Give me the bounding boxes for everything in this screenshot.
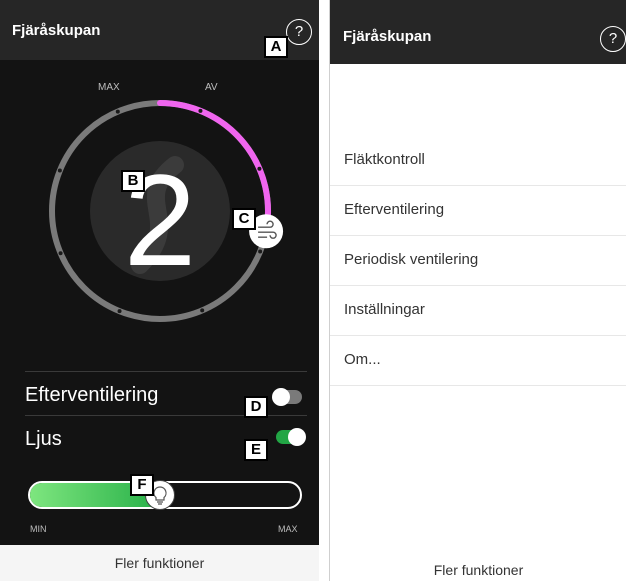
fan-dial[interactable]: MAX AV 2 <box>0 60 319 360</box>
menu-item-settings[interactable]: Inställningar <box>330 286 626 336</box>
menu-item-about[interactable]: Om... <box>330 336 626 386</box>
dial-tick-dot <box>200 308 205 313</box>
afterventilation-label: Efterventilering <box>25 384 159 406</box>
help-icon[interactable]: ? <box>286 19 312 45</box>
callout-a: A <box>264 36 288 58</box>
afterventilation-toggle[interactable] <box>272 388 302 406</box>
light-toggle[interactable] <box>276 428 306 446</box>
dial-tick-dot <box>57 168 62 173</box>
callout-d: D <box>244 396 268 418</box>
dial-graphic: 2 <box>49 100 284 322</box>
callout-c: C <box>232 208 256 230</box>
menu-screen: Fjäråskupan ? Fläktkontroll Efterventile… <box>329 0 626 581</box>
help-icon[interactable]: ? <box>600 26 626 52</box>
more-functions-button[interactable]: Fler funktioner <box>0 545 319 581</box>
dial-tick-dot <box>257 166 262 171</box>
dial-tick-dot <box>58 251 63 256</box>
callout-e: E <box>244 439 268 461</box>
fan-level-value: 2 <box>124 147 196 293</box>
dial-tick-dot <box>115 109 120 114</box>
function-menu: Fläktkontroll Efterventilering Periodisk… <box>330 136 626 386</box>
callout-f: F <box>130 474 154 496</box>
menu-item-periodic-ventilation[interactable]: Periodisk ventilering <box>330 236 626 286</box>
app-title: Fjäråskupan <box>343 28 432 45</box>
more-functions-button[interactable]: Fler funktioner <box>330 555 626 581</box>
dial-tick-dot <box>198 108 203 113</box>
callout-b: B <box>121 170 145 192</box>
menu-item-afterventilation[interactable]: Efterventilering <box>330 186 626 236</box>
menu-item-fan-control[interactable]: Fläktkontroll <box>330 136 626 186</box>
dial-tick-dot <box>258 249 263 254</box>
app-header: Fjäråskupan ? <box>330 0 626 64</box>
dial-tick-dot <box>117 309 122 314</box>
app-title: Fjäråskupan <box>12 22 101 39</box>
light-label: Ljus <box>25 428 62 450</box>
divider <box>25 371 307 372</box>
fan-control-screen: Fjäråskupan ? MAX AV 2 Efterventilering … <box>0 0 319 581</box>
slider-min-label: MIN <box>30 524 47 534</box>
slider-max-label: MAX <box>278 524 298 534</box>
